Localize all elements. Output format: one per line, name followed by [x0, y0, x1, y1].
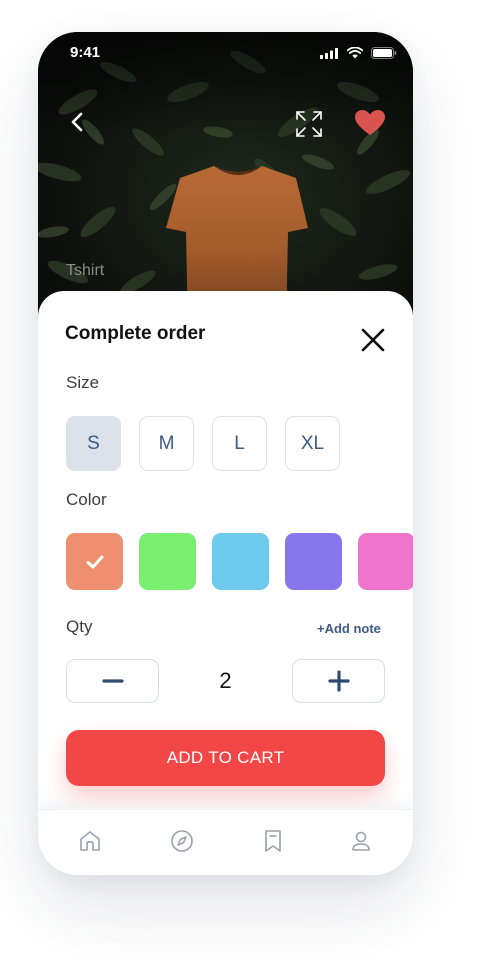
compass-icon[interactable] — [169, 828, 195, 854]
close-icon[interactable] — [359, 326, 387, 354]
add-note-link[interactable]: +Add note — [317, 621, 381, 636]
phone-frame: 9:41 Tshirt Complete order Size S M L XL… — [38, 32, 413, 875]
status-icons — [320, 46, 397, 64]
qty-label: Qty — [66, 617, 93, 636]
bookmark-icon[interactable] — [260, 828, 286, 854]
decrease-qty-button[interactable] — [66, 659, 159, 703]
plus-icon — [327, 670, 350, 692]
heart-icon[interactable] — [354, 109, 386, 137]
increase-qty-button[interactable] — [292, 659, 385, 703]
battery-icon — [371, 47, 397, 59]
add-to-cart-button[interactable]: ADD TO CART — [66, 730, 385, 786]
size-option-m[interactable]: M — [139, 416, 194, 471]
bottom-nav — [38, 809, 413, 875]
cellular-signal-icon — [320, 48, 339, 59]
product-label: Tshirt — [66, 262, 105, 279]
profile-icon[interactable] — [348, 828, 374, 854]
order-sheet: Complete order Size S M L XL Color Qty +… — [38, 291, 413, 809]
product-photo — [38, 32, 413, 332]
color-swatch-green[interactable] — [139, 533, 196, 590]
status-time: 9:41 — [70, 44, 101, 61]
minus-icon — [101, 679, 124, 683]
home-icon[interactable] — [77, 828, 103, 854]
wifi-icon — [346, 46, 363, 59]
back-arrow-icon[interactable] — [66, 110, 90, 134]
expand-icon[interactable] — [295, 110, 323, 138]
color-swatch-pink[interactable] — [358, 533, 413, 590]
product-hero: 9:41 Tshirt — [38, 32, 413, 332]
qty-value: 2 — [219, 668, 232, 693]
size-option-s[interactable]: S — [66, 416, 121, 471]
color-label: Color — [66, 490, 107, 509]
size-label: Size — [66, 373, 100, 392]
checkmark-icon — [86, 555, 103, 568]
size-option-xl[interactable]: XL — [285, 416, 340, 471]
sheet-title: Complete order — [65, 323, 206, 344]
color-swatch-blue[interactable] — [212, 533, 269, 590]
color-swatch-orange[interactable] — [66, 533, 123, 590]
size-option-l[interactable]: L — [212, 416, 267, 471]
color-swatch-purple[interactable] — [285, 533, 342, 590]
